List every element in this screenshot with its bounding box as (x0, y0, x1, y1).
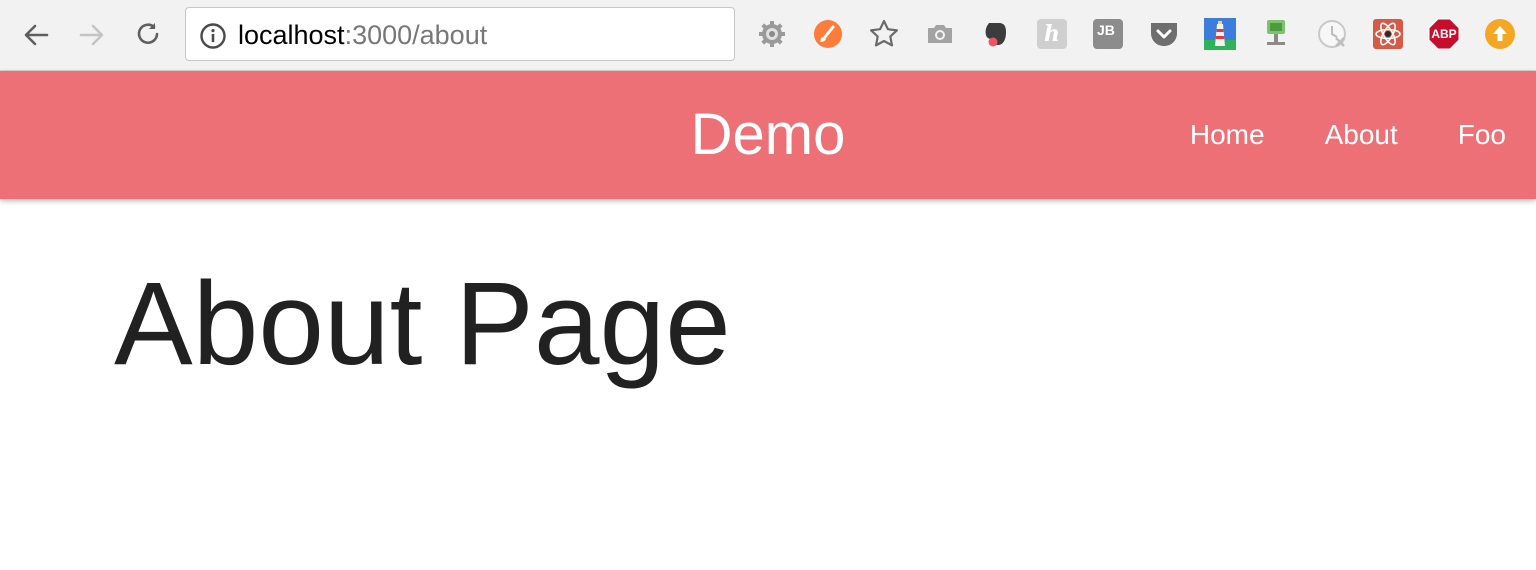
clock-disabled-icon[interactable] (1316, 18, 1348, 50)
honey-h-icon[interactable]: h (1036, 18, 1068, 50)
address-bar[interactable]: localhost:3000/about (185, 7, 735, 61)
nav-link-foo[interactable]: Foo (1458, 119, 1506, 151)
jetbrains-icon[interactable]: JB (1092, 18, 1124, 50)
nav-link-about[interactable]: About (1325, 119, 1398, 151)
url-path: :3000/about (344, 20, 488, 50)
react-devtools-icon[interactable] (1372, 18, 1404, 50)
settings-gear-icon[interactable] (756, 18, 788, 50)
network-monitor-icon[interactable] (1260, 18, 1292, 50)
reload-button[interactable] (130, 17, 166, 53)
app-header: Demo Home About Foo (0, 71, 1536, 199)
camera-icon[interactable] (924, 18, 956, 50)
reload-icon (137, 23, 159, 44)
info-icon[interactable] (199, 22, 227, 55)
browser-toolbar: localhost:3000/about h JB ABP (0, 0, 1536, 71)
star-bookmark-icon[interactable] (868, 18, 900, 50)
header-nav: Home About Foo (1160, 119, 1536, 151)
pocket-icon[interactable] (1148, 18, 1180, 50)
back-button[interactable] (18, 17, 54, 53)
url-text: localhost:3000/about (238, 21, 487, 49)
adblock-plus-icon[interactable]: ABP (1428, 18, 1460, 50)
orange-brush-icon[interactable] (812, 18, 844, 50)
arrow-right-icon (79, 24, 104, 46)
url-host: localhost (238, 20, 345, 50)
page-title: About Page (114, 258, 731, 390)
upload-arrow-icon[interactable] (1484, 18, 1516, 50)
arrow-left-icon (24, 24, 49, 46)
nav-link-home[interactable]: Home (1190, 119, 1265, 151)
forward-button[interactable] (74, 17, 110, 53)
evernote-elephant-icon[interactable] (980, 18, 1012, 50)
lighthouse-icon[interactable] (1204, 18, 1236, 50)
